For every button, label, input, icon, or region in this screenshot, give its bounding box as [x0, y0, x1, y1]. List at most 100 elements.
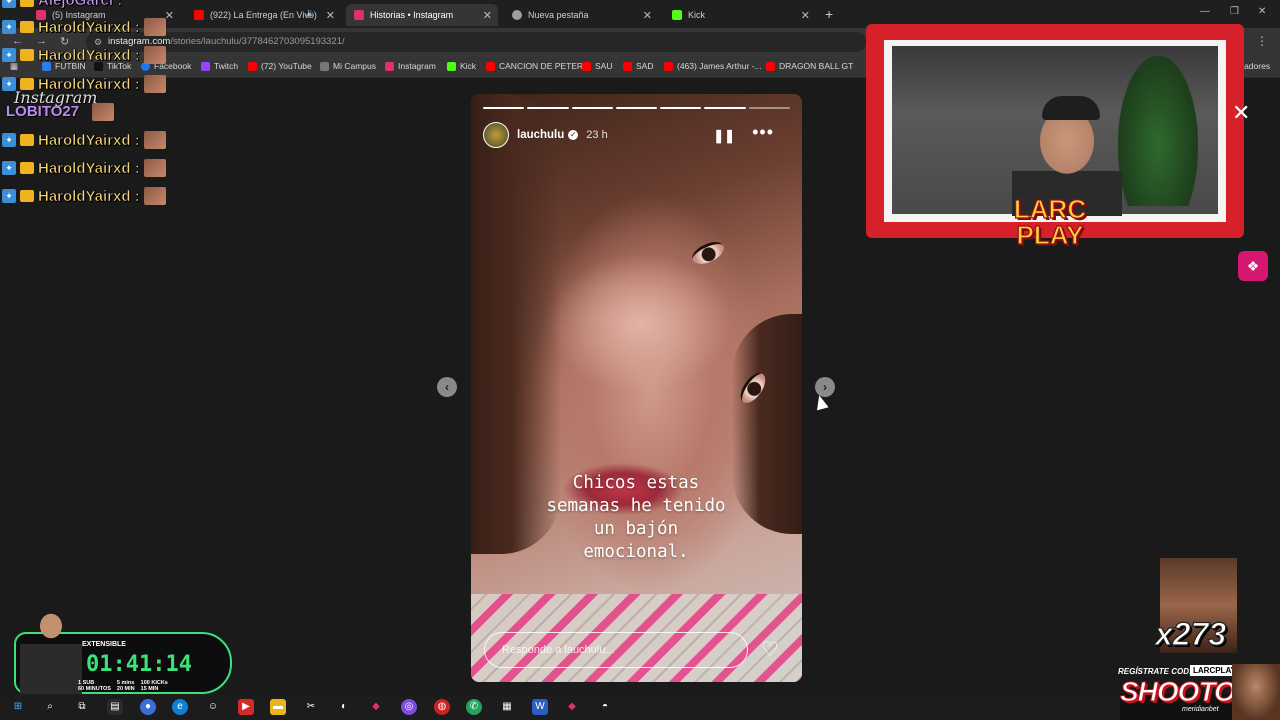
- bookmark-dragon-ball[interactable]: DRAGON BALL GT: [766, 61, 853, 71]
- bookmark-instagram[interactable]: Instagram: [385, 61, 436, 71]
- capcut-icon[interactable]: ✂: [303, 699, 319, 715]
- heart-icon[interactable]: ♡: [761, 637, 779, 662]
- sponsor-register: REGÍSTRATE COD:: [1118, 667, 1192, 676]
- chrome-icon[interactable]: ●: [140, 699, 156, 715]
- whatsapp-icon[interactable]: ✆: [466, 699, 482, 715]
- story-card[interactable]: lauchulu ✓ 23 h ❚❚ ••• Chicos estas sema…: [471, 94, 802, 682]
- avatar[interactable]: [483, 122, 509, 148]
- webcam-video: [892, 46, 1218, 216]
- tab-label: Historias • Instagram: [370, 10, 454, 20]
- bookmark-sau[interactable]: SAU: [582, 61, 612, 71]
- bookmark-label: (72) YouTube: [261, 61, 312, 71]
- bookmark-sad[interactable]: SAD: [623, 61, 653, 71]
- file-explorer-icon[interactable]: ▬: [270, 699, 286, 715]
- kick-icon: [447, 61, 456, 71]
- tab-la-entrega[interactable]: (922) La Entrega (En Vivo) 🔈 ✕: [186, 4, 341, 26]
- tab-historias[interactable]: Historias • Instagram ✕: [346, 4, 498, 26]
- app-icon[interactable]: ▶: [238, 699, 254, 715]
- youtube-icon: [486, 61, 495, 71]
- minimize-icon[interactable]: —: [1200, 6, 1210, 17]
- sponsor-face: [1232, 664, 1280, 720]
- restore-icon[interactable]: ❐: [1230, 6, 1239, 17]
- bookmark-kick[interactable]: Kick: [447, 61, 476, 71]
- emote-icon: [143, 18, 166, 36]
- close-tab-icon[interactable]: ✕: [801, 9, 810, 22]
- calculator-icon[interactable]: ▦: [499, 699, 515, 715]
- badge-icon: ✦: [2, 0, 16, 8]
- chevron-left-icon[interactable]: ‹: [437, 377, 457, 397]
- chat-message: ✦ HaroldYairxd :: [2, 159, 166, 177]
- timer-label: EXTENSIBLE: [82, 641, 126, 648]
- close-window-icon[interactable]: ✕: [1258, 6, 1266, 17]
- progress-segment: [483, 107, 525, 109]
- close-tab-icon[interactable]: ✕: [326, 9, 335, 22]
- chrome-icon: [512, 10, 522, 20]
- chat-username: HaroldYairxd :: [38, 159, 140, 177]
- badge-icon: ✦: [2, 189, 16, 203]
- store-icon[interactable]: ▤: [107, 699, 123, 715]
- crown-icon: [20, 49, 34, 61]
- bookmark-label: CANCION DE PETER: [499, 61, 584, 71]
- emote-icon: [143, 131, 166, 149]
- story-username[interactable]: lauchulu: [517, 129, 564, 141]
- bookmark-label: DRAGON BALL GT: [779, 61, 854, 71]
- tab-label: Nueva pestaña: [528, 10, 589, 20]
- windows-start-icon[interactable]: ⊞: [10, 699, 26, 715]
- stream-chat-overlay: ✦ AlejoGarci : ✦ HaroldYairxd : ✦ Harold…: [0, 0, 180, 210]
- edge-icon[interactable]: e: [172, 699, 188, 715]
- bookmark-twitch[interactable]: Twitch: [201, 61, 238, 71]
- bookmark-youtube[interactable]: (72) YouTube: [248, 61, 312, 71]
- tab-kick[interactable]: Kick ✕: [664, 4, 816, 26]
- reply-input[interactable]: Responde a lauchulu...: [484, 632, 748, 668]
- app-icon[interactable]: ◐: [336, 699, 352, 715]
- subathon-timer: EXTENSIBLE 01:41:14 1 SUB 60 MINUTOS 5 m…: [14, 606, 232, 694]
- close-tab-icon[interactable]: ✕: [643, 9, 652, 22]
- word-icon[interactable]: W: [532, 699, 548, 715]
- christmas-tree: [1118, 56, 1198, 206]
- new-tab-button[interactable]: +: [825, 6, 833, 22]
- close-tab-icon[interactable]: ✕: [483, 9, 492, 22]
- chat-username: AlejoGarci :: [38, 0, 123, 9]
- youtube-icon: [248, 61, 257, 71]
- app-icon[interactable]: ◆: [564, 699, 580, 715]
- progress-segment: [571, 107, 613, 109]
- story-photo-eye: [688, 237, 728, 269]
- bookmark-mi-campus[interactable]: Mi Campus: [320, 61, 376, 71]
- pause-icon[interactable]: ❚❚: [713, 128, 735, 144]
- crown-icon: [20, 134, 34, 146]
- more-icon[interactable]: •••: [752, 122, 774, 143]
- badge-icon: ✦: [2, 20, 16, 34]
- bookmark-label: Instagram: [398, 61, 436, 71]
- chat-username: LOBITO27: [6, 103, 80, 120]
- url-bar[interactable]: ⚙ instagram.com/stories/lauchulu/3778462…: [86, 32, 866, 52]
- extension-icon[interactable]: ❖: [1238, 251, 1268, 281]
- search-icon[interactable]: ⌕: [42, 699, 58, 715]
- task-view-icon[interactable]: ⧉: [74, 699, 90, 715]
- speaker-icon[interactable]: 🔈: [306, 8, 317, 19]
- bookmark-label: SAU: [595, 61, 613, 71]
- emote-icon: [143, 187, 166, 205]
- youtube-icon: [582, 61, 591, 71]
- app-icon[interactable]: ◆: [368, 699, 384, 715]
- bookmark-cancion[interactable]: CANCION DE PETER: [486, 61, 583, 71]
- bookmark-james-arthur[interactable]: (463) James Arthur -...: [664, 61, 762, 71]
- crown-icon: [20, 0, 34, 7]
- progress-segment: [748, 107, 790, 109]
- obs-icon[interactable]: ◎: [401, 699, 417, 715]
- discord-icon[interactable]: ☺: [205, 699, 221, 715]
- verified-icon: ✓: [568, 130, 579, 140]
- progress-segment: [615, 107, 658, 109]
- crown-icon: [20, 190, 34, 202]
- emote-icon: [143, 159, 166, 177]
- app-icon[interactable]: ◍: [434, 699, 450, 715]
- bookmark-label: Mi Campus: [333, 61, 376, 71]
- progress-segment: [660, 107, 702, 109]
- close-icon[interactable]: ✕: [1232, 100, 1250, 126]
- browser-menu-icon[interactable]: ⋮: [1256, 34, 1268, 48]
- tab-nueva[interactable]: Nueva pestaña ✕: [504, 4, 658, 26]
- stream-logo: LARC PLAY: [985, 195, 1115, 250]
- bookmark-label: Kick: [460, 61, 477, 71]
- logo-line: PLAY: [1016, 220, 1084, 250]
- app-icon[interactable]: ◓: [597, 699, 613, 715]
- emote-icon: [92, 103, 114, 121]
